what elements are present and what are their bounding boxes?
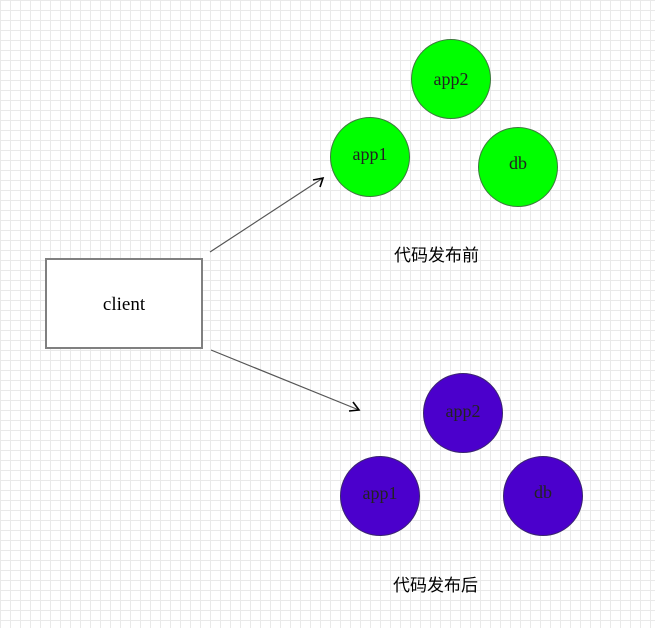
before-app2-node[interactable]: app2: [411, 39, 491, 119]
before-db-label: db: [509, 153, 527, 173]
after-caption: 代码发布后: [393, 576, 478, 596]
after-db-node[interactable]: db: [503, 456, 583, 536]
after-app1-node[interactable]: app1: [340, 456, 420, 536]
after-app1-label: app1: [362, 483, 398, 503]
before-caption: 代码发布前: [394, 246, 479, 266]
client-box[interactable]: client: [45, 258, 203, 349]
client-label: client: [102, 294, 146, 315]
after-db-label: db: [534, 482, 552, 502]
arrow-to-after: [210, 349, 360, 411]
before-app1-label: app1: [352, 144, 388, 164]
before-app2-label: app2: [433, 69, 469, 89]
after-app2-node[interactable]: app2: [423, 373, 503, 453]
before-db-node[interactable]: db: [478, 127, 558, 207]
before-app1-node[interactable]: app1: [330, 117, 410, 197]
diagram-canvas: client app2 app1 db 代码发布前 app2 app1 db 代…: [0, 0, 655, 628]
after-app2-label: app2: [445, 401, 481, 421]
arrow-to-before: [209, 177, 324, 253]
